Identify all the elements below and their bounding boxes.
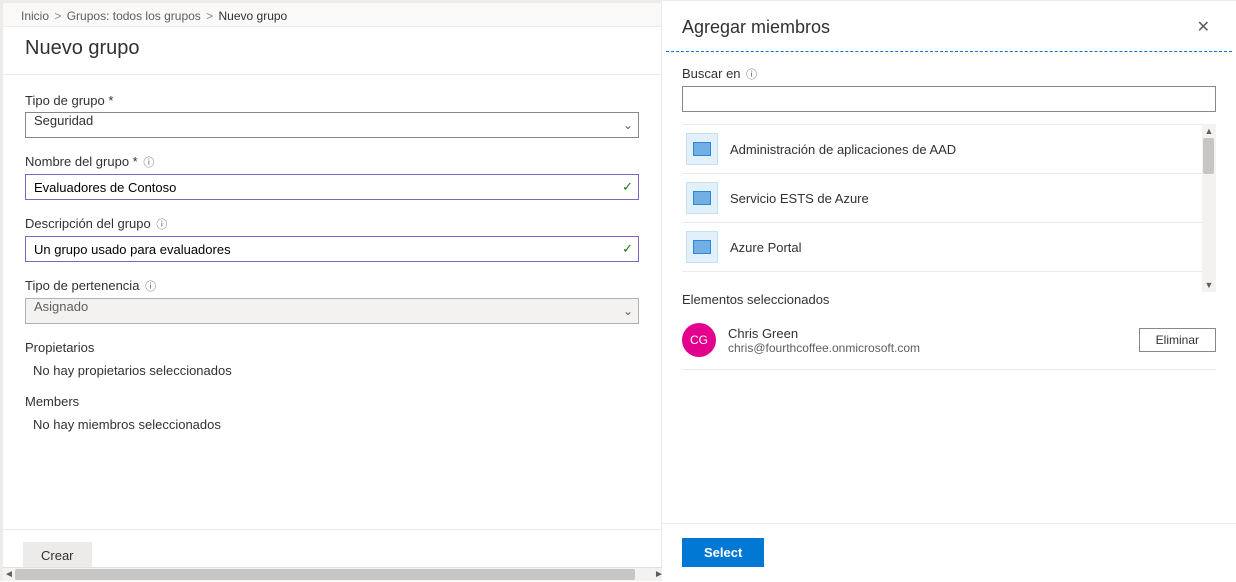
scroll-up-arrow-icon[interactable]: ▲ [1202,124,1216,138]
owners-heading: Propietarios [25,340,639,355]
search-label: Buscar en ⓘ [682,66,1216,82]
info-icon[interactable]: ⓘ [143,154,154,170]
scroll-left-arrow-icon[interactable]: ◄ [3,568,15,582]
panel-title: Agregar miembros [682,17,830,38]
field-group-name: Nombre del grupo * ⓘ ✓ [25,154,639,200]
breadcrumb: Inicio > Grupos: todos los grupos > Nuev… [3,3,661,27]
create-button[interactable]: Crear [23,542,92,569]
app-icon [686,133,718,165]
membership-value: Asignado [34,299,88,314]
panel-footer: Select [662,523,1236,581]
remove-button[interactable]: Eliminar [1139,328,1216,352]
selected-name: Chris Green [728,326,1127,341]
group-type-select[interactable]: Seguridad [25,112,639,138]
result-name: Servicio ESTS de Azure [730,191,869,206]
avatar: CG [682,323,716,357]
result-item[interactable]: Administración de aplicaciones de AAD [682,124,1216,174]
breadcrumb-current: Nuevo grupo [219,9,288,23]
form-body: Tipo de grupo * Seguridad ⌄ Nombre del g… [3,75,661,529]
close-button[interactable]: ✕ [1191,13,1216,41]
field-owners: Propietarios No hay propietarios selecci… [25,340,639,378]
breadcrumb-sep: > [54,9,61,23]
breadcrumb-groups[interactable]: Grupos: todos los grupos [67,9,201,23]
group-name-label: Nombre del grupo * ⓘ [25,154,639,170]
field-group-desc: Descripción del grupo ⓘ ✓ [25,216,639,262]
page-title: Nuevo grupo [3,27,661,75]
group-desc-input[interactable] [25,236,639,262]
dashed-divider [666,51,1232,52]
close-icon: ✕ [1197,19,1210,36]
field-membership: Tipo de pertenencia ⓘ Asignado ⌄ [25,278,639,324]
scroll-down-arrow-icon[interactable]: ▼ [1202,278,1216,292]
select-button[interactable]: Select [682,538,764,567]
search-input[interactable] [682,86,1216,112]
group-type-label: Tipo de grupo * [25,93,639,108]
info-icon[interactable]: ⓘ [145,278,156,294]
result-name: Azure Portal [730,240,802,255]
scroll-thumb[interactable] [15,569,635,580]
breadcrumb-home[interactable]: Inicio [21,9,49,23]
app-icon [686,231,718,263]
selected-heading: Elementos seleccionados [682,292,1216,307]
app-icon [686,182,718,214]
membership-label: Tipo de pertenencia ⓘ [25,278,639,294]
group-name-input[interactable] [25,174,639,200]
membership-select[interactable]: Asignado [25,298,639,324]
selected-email: chris@fourthcoffee.onmicrosoft.com [728,341,1127,355]
info-icon[interactable]: ⓘ [746,66,757,82]
members-empty-text: No hay miembros seleccionados [25,413,639,432]
result-name: Administración de aplicaciones de AAD [730,142,956,157]
results-list: Administración de aplicaciones de AAD Se… [682,124,1216,272]
owners-empty-text: No hay propietarios seleccionados [25,359,639,378]
members-heading: Members [25,394,639,409]
add-members-panel: Agregar miembros ✕ Buscar en ⓘ 🔍 Adminis… [662,0,1236,581]
panel-header: Agregar miembros ✕ [662,1,1236,51]
scroll-thumb[interactable] [1203,138,1214,174]
panel-body: Buscar en ⓘ 🔍 Administración de aplicaci… [662,66,1236,523]
breadcrumb-sep: > [206,9,213,23]
group-type-value: Seguridad [34,113,93,128]
result-item[interactable]: Azure Portal [682,223,1216,272]
field-group-type: Tipo de grupo * Seguridad ⌄ [25,93,639,138]
selected-info: Chris Green chris@fourthcoffee.onmicroso… [728,326,1127,355]
horizontal-scrollbar[interactable]: ◄ ► [3,567,665,581]
main-form-area: Inicio > Grupos: todos los grupos > Nuev… [0,0,662,581]
field-members: Members No hay miembros seleccionados [25,394,639,432]
group-desc-label: Descripción del grupo ⓘ [25,216,639,232]
result-item[interactable]: Servicio ESTS de Azure [682,174,1216,223]
selected-item: CG Chris Green chris@fourthcoffee.onmicr… [682,317,1216,370]
info-icon[interactable]: ⓘ [156,216,167,232]
vertical-scrollbar[interactable]: ▲ ▼ [1202,124,1216,292]
